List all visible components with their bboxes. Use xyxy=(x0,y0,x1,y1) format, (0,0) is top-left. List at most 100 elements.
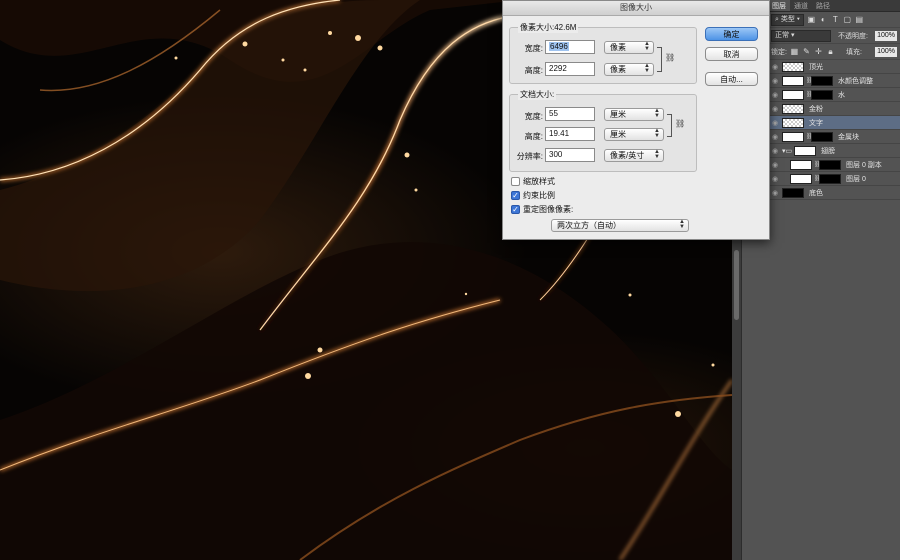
pixel-group-title: 像素大小:42.6M xyxy=(518,22,579,33)
layer-row[interactable]: ◉ 顶光 xyxy=(768,60,900,74)
doc-width-value: 55 xyxy=(549,109,558,118)
layer-row[interactable]: ◉ ⛓ 水颜色调整 xyxy=(768,74,900,88)
visibility-eye-icon[interactable]: ◉ xyxy=(768,189,782,197)
doc-height-value: 19.41 xyxy=(549,129,570,138)
layer-thumbnail xyxy=(790,159,812,170)
layer-row[interactable]: ◉ ⛓ 水 xyxy=(768,88,900,102)
shape-filter-icon[interactable]: ▢ xyxy=(843,15,852,24)
resample-label: 重定图像像素: xyxy=(523,205,574,214)
visibility-eye-icon[interactable]: ◉ xyxy=(768,133,782,141)
tab-layers[interactable]: 图层 xyxy=(768,0,790,11)
updown-arrows-icon: ▲ ▼ xyxy=(654,128,660,139)
layer-row[interactable]: ◉ 金粉 xyxy=(768,102,900,116)
layer-thumbnail xyxy=(790,173,812,184)
constrain-box[interactable]: ✓ xyxy=(511,191,520,200)
scale-styles-checkbox[interactable]: 缩放样式 xyxy=(511,176,555,187)
layer-row[interactable]: ◉ ⛓ 金属块 xyxy=(768,130,900,144)
layer-list: ◉ 顶光 ◉ ⛓ 水颜色调整 ◉ ⛓ 水 ◉ 金粉 ◉ 文字 ◉ ⛓ 金属块 ◉ ▾▭ 翅膀 ◉ ⛓ 图层 0 副本 ◉ ⛓… xyxy=(768,60,900,200)
pixel-width-input[interactable]: 6496 xyxy=(545,40,595,54)
resolution-unit: 像素/英寸 xyxy=(610,151,645,160)
blend-mode-select[interactable]: 正常 ▾ xyxy=(771,29,831,42)
smart-object-filter-icon[interactable]: ▤ xyxy=(855,15,864,24)
pixel-height-value: 2292 xyxy=(549,64,567,73)
tab-channels[interactable]: 通道 xyxy=(790,0,812,11)
layer-name: 底色 xyxy=(809,189,823,197)
pixel-width-unit-select[interactable]: 像素 ▲ ▼ xyxy=(604,41,654,54)
layer-row[interactable]: ◉ ⛓ 图层 0 副本 xyxy=(768,158,900,172)
type-filter-icon[interactable]: T xyxy=(831,15,840,24)
chain-link-icon: ⛓ xyxy=(665,53,676,62)
resample-checkbox[interactable]: ✓ 重定图像像素: xyxy=(511,204,573,215)
doc-width-label: 宽度: xyxy=(524,112,543,121)
constrain-proportions-checkbox[interactable]: ✓ 约束比例 xyxy=(511,190,555,201)
adjustment-filter-icon[interactable]: ◐ xyxy=(819,15,828,24)
blend-row: 正常 ▾ 不透明度: 100% xyxy=(768,28,900,44)
doc-width-input[interactable]: 55 xyxy=(545,107,595,121)
auto-button[interactable]: 自动... xyxy=(705,72,758,86)
layer-thumbnail xyxy=(782,131,804,142)
layer-mask-thumbnail xyxy=(819,159,841,170)
opacity-field[interactable]: 100% xyxy=(875,30,897,41)
doc-height-input[interactable]: 19.41 xyxy=(545,127,595,141)
layer-row[interactable]: ◉ ▾▭ 翅膀 xyxy=(768,144,900,158)
layer-name: 图层 0 xyxy=(846,175,866,183)
doc-width-unit-select[interactable]: 厘米 ▲ ▼ xyxy=(604,108,664,121)
layer-name: 金属块 xyxy=(838,133,859,141)
lock-paint-icon[interactable]: ✎ xyxy=(802,47,811,56)
resolution-value: 300 xyxy=(549,150,563,159)
layer-mask-thumbnail xyxy=(811,131,833,142)
visibility-eye-icon[interactable]: ◉ xyxy=(768,175,782,183)
fill-label: 填充: xyxy=(845,48,862,56)
cancel-button[interactable]: 取消 xyxy=(705,47,758,61)
fill-field[interactable]: 100% xyxy=(875,46,897,57)
doc-height-unit: 厘米 xyxy=(610,130,626,139)
layer-name: 金粉 xyxy=(809,105,823,113)
pixel-width-unit: 像素 xyxy=(610,43,626,52)
lock-position-icon[interactable]: ✛ xyxy=(814,47,823,56)
doc-height-label: 高度: xyxy=(524,132,543,141)
layer-name: 图层 0 副本 xyxy=(846,161,882,169)
pixel-height-input[interactable]: 2292 xyxy=(545,62,595,76)
lock-label: 锁定: xyxy=(771,48,787,56)
visibility-eye-icon[interactable]: ◉ xyxy=(768,161,782,169)
filter-kind-select[interactable]: ⌕ 类型 ▾ xyxy=(771,13,804,26)
doc-width-unit: 厘米 xyxy=(610,110,626,119)
resolution-input[interactable]: 300 xyxy=(545,148,595,162)
layer-thumbnail xyxy=(782,187,804,198)
visibility-eye-icon[interactable]: ◉ xyxy=(768,91,782,99)
layer-name: 顶光 xyxy=(809,63,823,71)
layer-name: 水颜色调整 xyxy=(838,77,873,85)
scrollbar-thumb[interactable] xyxy=(734,250,739,320)
visibility-eye-icon[interactable]: ◉ xyxy=(768,77,782,85)
layer-thumbnail xyxy=(782,89,804,100)
visibility-eye-icon[interactable]: ◉ xyxy=(768,147,782,155)
layer-row[interactable]: ◉ ⛓ 图层 0 xyxy=(768,172,900,186)
updown-arrows-icon: ▲ ▼ xyxy=(644,41,650,52)
blend-mode-value: 正常 xyxy=(775,31,789,39)
resample-method-select[interactable]: 两次立方（自动） ▲ ▼ xyxy=(551,219,689,232)
resample-method-value: 两次立方（自动） xyxy=(557,221,621,230)
tab-paths[interactable]: 路径 xyxy=(812,0,834,11)
layer-mask-thumbnail xyxy=(819,173,841,184)
panel-tabs: 图层 通道 路径 xyxy=(768,0,900,12)
pixel-filter-icon[interactable]: ▣ xyxy=(807,15,816,24)
doc-height-unit-select[interactable]: 厘米 ▲ ▼ xyxy=(604,128,664,141)
scale-styles-box[interactable] xyxy=(511,177,520,186)
visibility-eye-icon[interactable]: ◉ xyxy=(768,119,782,127)
resample-box[interactable]: ✓ xyxy=(511,205,520,214)
updown-arrows-icon: ▲ ▼ xyxy=(654,108,660,119)
layer-row[interactable]: ◉ 文字 xyxy=(768,116,900,130)
layer-row[interactable]: ◉ 底色 xyxy=(768,186,900,200)
visibility-eye-icon[interactable]: ◉ xyxy=(768,105,782,113)
layer-name: 文字 xyxy=(809,119,823,127)
pixel-width-label: 宽度: xyxy=(524,44,543,53)
resolution-unit-select[interactable]: 像素/英寸 ▲ ▼ xyxy=(604,149,664,162)
updown-arrows-icon: ▲ ▼ xyxy=(644,63,650,74)
pixel-height-unit-select[interactable]: 像素 ▲ ▼ xyxy=(604,63,654,76)
visibility-eye-icon[interactable]: ◉ xyxy=(768,63,782,71)
doc-group-title: 文档大小: xyxy=(518,89,557,100)
ok-button[interactable]: 确定 xyxy=(705,27,758,41)
lock-all-icon[interactable]: 🔒︎ xyxy=(826,47,835,56)
layer-thumbnail xyxy=(794,145,817,156)
lock-transparency-icon[interactable]: ▦ xyxy=(790,47,799,56)
